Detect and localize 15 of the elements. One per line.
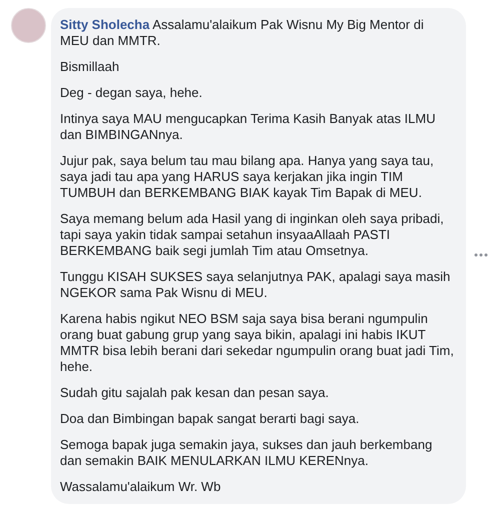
comment-text: Semoga bapak juga semakin jaya, sukses dan jauh berkembang dan semakin BAIK MENULARKAN ILMU KERENnya.	[60, 437, 434, 469]
comment-text: Bismillaah	[60, 59, 120, 75]
comment-text: Jujur pak, saya belum tau mau bilang apa. Hanya yang saya tau, saya jadi tau apa yang HARUS saya kerjakan jika ingin TIM TUMBUH dan BERKEMBANG BIAK kayak Tim Bapak di MEU.	[60, 153, 435, 201]
comment-text: Karena habis ngikut NEO BSM saja saya bisa berani ngumpulin orang buat gabung grup yang saya bikin, apalagi ini habis IKUT MMTR bisa lebih berani dari sekedar ngumpulin orang buat jadi Tim, hehe.	[60, 311, 454, 375]
comment-text: Doa dan Bimbingan bapak sangat berarti bagi saya.	[60, 411, 360, 427]
more-options-icon[interactable]	[474, 253, 488, 257]
comment-text: Sitty Sholecha Assalamu'alaikum Pak Wisnu My Big Mentor di MEU dan MMTR.	[60, 17, 425, 49]
comment-text: Deg - degan saya, hehe.	[60, 85, 204, 101]
comment-text: Saya memang belum ada Hasil yang di inginkan oleh saya pribadi, tapi saya yakin tidak sampai setahun insyaaAllaah PASTI BERKEMBANG baik segi jumlah Tim atau Omsetnya.	[60, 211, 445, 259]
comment-text: Tunggu KISAH SUKSES saya selanjutnya PAK, apalagi saya masih NGEKOR sama Pak Wisnu di MEU.	[60, 269, 452, 301]
comment-text: Intinya saya MAU mengucapkan Terima Kasih Banyak atas ILMU dan BIMBINGANnya.	[60, 111, 436, 143]
avatar[interactable]	[11, 8, 46, 43]
comment-text: Sudah gitu sajalah pak kesan dan pesan saya.	[60, 385, 330, 401]
comment-text: Wassalamu'alaikum Wr. Wb	[60, 479, 222, 495]
author-link[interactable]: Sitty Sholecha	[60, 17, 150, 32]
